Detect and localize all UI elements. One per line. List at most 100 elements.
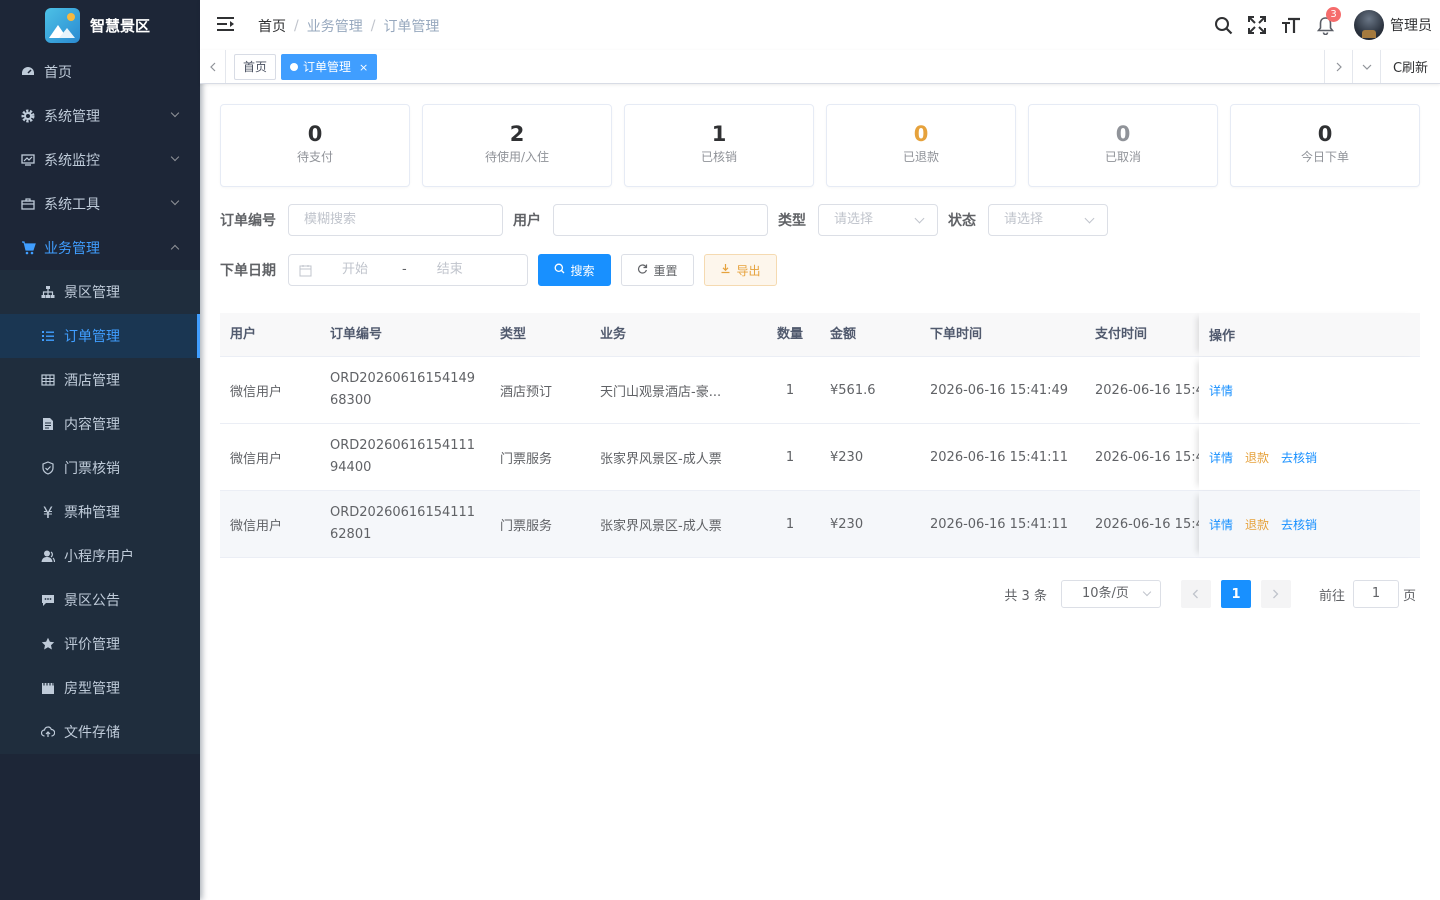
tag-home[interactable]: 首页 <box>234 54 277 80</box>
table-row[interactable]: 微信用户 ORD2026061615411162801 门票服务 张家界风景区-成人票… <box>220 491 1420 558</box>
sidebar-item-label: 系统监控 <box>44 153 100 169</box>
sidebar-item-scenic[interactable]: 景区管理 <box>0 270 200 314</box>
detail-link[interactable]: 详情 <box>1209 382 1233 399</box>
sidebar: 智慧景区 首页 系统管理 系统监控 系统工具 业务管理 景区管理 订单管理 酒店… <box>0 0 200 900</box>
sidebar-item-system[interactable]: 系统管理 <box>0 94 200 138</box>
sidebar-item-monitor[interactable]: 系统监控 <box>0 138 200 182</box>
chevron-right-icon[interactable] <box>1324 50 1352 83</box>
sidebar-item-home[interactable]: 首页 <box>0 50 200 94</box>
status-label: 状态 <box>948 213 976 229</box>
column-header: 支付时间 <box>1095 327 1148 342</box>
prev-page-button[interactable] <box>1180 580 1211 608</box>
goto-page-input[interactable]: 1 <box>1352 580 1399 608</box>
download-icon <box>720 263 731 277</box>
status-select[interactable]: 请选择 <box>988 204 1108 236</box>
column-header: 下单时间 <box>930 327 983 342</box>
sidebar-item-file-storage[interactable]: 文件存储 <box>0 710 200 754</box>
reset-button[interactable]: 重置 <box>621 254 694 286</box>
sidebar-item-business[interactable]: 业务管理 <box>0 226 200 270</box>
stats-cards: 0 待支付 2 待使用/入住 1 已核销 0 已退款 0 已取消 0 今日下单 <box>220 104 1420 187</box>
user-label: 用户 <box>513 213 541 229</box>
chevron-down-icon[interactable] <box>1352 50 1380 83</box>
stat-label: 已取消 <box>1104 150 1141 164</box>
sidebar-item-content[interactable]: 内容管理 <box>0 402 200 446</box>
user-name[interactable]: 管理员 <box>1390 15 1432 35</box>
stat-label: 已核销 <box>700 150 737 164</box>
verify-link[interactable]: 去核销 <box>1281 516 1317 533</box>
stat-card: 2 待使用/入住 <box>422 104 612 187</box>
message-icon <box>40 592 56 608</box>
chevron-down-icon <box>170 108 180 118</box>
next-page-button[interactable] <box>1260 580 1291 608</box>
type-label: 类型 <box>778 213 806 229</box>
font-size-icon[interactable] <box>1274 0 1308 50</box>
cell-user: 微信用户 <box>230 518 283 534</box>
verify-link[interactable]: 去核销 <box>1281 449 1317 466</box>
close-icon[interactable]: × <box>359 61 368 74</box>
order-date-label: 下单日期 <box>220 263 276 279</box>
date-start[interactable]: 开始 <box>342 255 368 285</box>
breadcrumb: 首页 / 业务管理 / 订单管理 <box>258 16 440 36</box>
sidebar-item-hotel[interactable]: 酒店管理 <box>0 358 200 402</box>
sidebar-item-announcements[interactable]: 景区公告 <box>0 578 200 622</box>
chevron-down-icon <box>1084 213 1095 224</box>
cell-paid: 2026-06-16 15:41:49 <box>1095 382 1200 398</box>
stat-label: 待支付 <box>296 150 333 164</box>
chevron-left-icon[interactable] <box>200 50 226 83</box>
sidebar-item-label: 门票核销 <box>64 461 120 477</box>
sidebar-item-label: 系统管理 <box>44 109 100 125</box>
search-button[interactable]: 搜索 <box>538 254 611 286</box>
detail-link[interactable]: 详情 <box>1209 449 1233 466</box>
monitor-icon <box>20 152 36 168</box>
table-icon <box>40 372 56 388</box>
sidebar-item-room-types[interactable]: 房型管理 <box>0 666 200 710</box>
cell-paid: 2026-06-16 15:41:11 <box>1095 449 1200 465</box>
tags-view: 首页 订单管理 × C刷新 <box>200 50 1440 84</box>
sidebar-item-label: 首页 <box>44 65 72 81</box>
refund-link[interactable]: 退款 <box>1245 516 1269 533</box>
sidebar-item-orders[interactable]: 订单管理 <box>0 314 200 358</box>
table-row[interactable]: 微信用户 ORD2026061615414968300 酒店预订 天门山观景酒店-豪.… <box>220 357 1420 424</box>
sidebar-item-tools[interactable]: 系统工具 <box>0 182 200 226</box>
detail-link[interactable]: 详情 <box>1209 516 1233 533</box>
order-no-label: 订单编号 <box>220 213 276 229</box>
sidebar-item-ticket-types[interactable]: ¥ 票种管理 <box>0 490 200 534</box>
page-size-select[interactable]: 10条/页 <box>1060 580 1161 608</box>
cell-created: 2026-06-16 15:41:11 <box>930 449 1069 465</box>
goto-label: 前往 <box>1318 588 1345 604</box>
type-select[interactable]: 请选择 <box>818 204 938 236</box>
breadcrumb-item[interactable]: 首页 <box>258 16 286 36</box>
date-end[interactable]: 结束 <box>437 255 463 285</box>
hamburger-icon[interactable] <box>217 17 234 31</box>
cell-type: 门票服务 <box>500 518 553 534</box>
cell-actions: 详情 <box>1199 357 1420 423</box>
date-separator: - <box>402 262 407 277</box>
order-no-input[interactable]: 模糊搜索 <box>288 204 503 236</box>
sidebar-item-label: 订单管理 <box>64 329 120 345</box>
refresh-icon <box>637 263 648 277</box>
chevron-down-icon <box>914 213 925 224</box>
tree-icon <box>40 284 56 300</box>
sidebar-item-miniapp-users[interactable]: 小程序用户 <box>0 534 200 578</box>
cell-amount: ¥561.6 <box>830 382 876 398</box>
search-icon[interactable] <box>1206 0 1240 50</box>
tag-orders[interactable]: 订单管理 × <box>281 54 378 80</box>
page-number[interactable]: 1 <box>1220 580 1251 608</box>
table-row[interactable]: 微信用户 ORD2026061615411194400 门票服务 张家界风景区-成人票… <box>220 424 1420 491</box>
sidebar-item-ticket-check[interactable]: 门票核销 <box>0 446 200 490</box>
bell-icon[interactable]: 3 <box>1308 0 1342 50</box>
stat-label: 待使用/入住 <box>484 150 550 164</box>
sidebar-item-reviews[interactable]: 评价管理 <box>0 622 200 666</box>
fullscreen-icon[interactable] <box>1240 0 1274 50</box>
refund-link[interactable]: 退款 <box>1245 449 1269 466</box>
logo[interactable]: 智慧景区 <box>0 0 200 50</box>
user-input[interactable] <box>553 204 768 236</box>
notification-badge: 3 <box>1326 7 1341 22</box>
refresh-button[interactable]: C刷新 <box>1380 50 1440 83</box>
export-button[interactable]: 导出 <box>704 254 777 286</box>
stat-value: 0 <box>1115 122 1131 146</box>
active-dot-icon <box>290 62 298 71</box>
avatar[interactable] <box>1354 10 1384 40</box>
date-range-picker[interactable]: 开始 - 结束 <box>288 254 528 286</box>
sidebar-item-label: 房型管理 <box>64 681 120 697</box>
